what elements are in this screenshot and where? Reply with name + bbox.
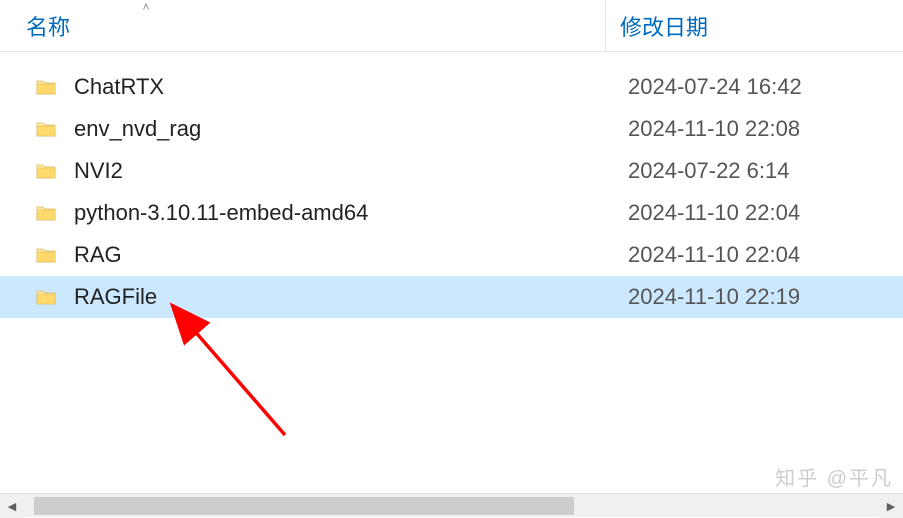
- cell-date: 2024-07-22 6:14: [606, 158, 903, 184]
- cell-date: 2024-07-24 16:42: [606, 74, 903, 100]
- cell-name: ChatRTX: [0, 74, 606, 100]
- table-row[interactable]: ChatRTX 2024-07-24 16:42: [0, 66, 903, 108]
- folder-icon: [36, 163, 56, 179]
- scroll-right-button[interactable]: ▶: [879, 494, 903, 518]
- cell-date: 2024-11-10 22:04: [606, 242, 903, 268]
- column-header-date[interactable]: 修改日期: [606, 0, 903, 51]
- cell-name: env_nvd_rag: [0, 116, 606, 142]
- folder-icon: [36, 247, 56, 263]
- table-row[interactable]: RAGFile 2024-11-10 22:19: [0, 276, 903, 318]
- horizontal-scrollbar[interactable]: ◀ ▶: [0, 493, 903, 517]
- cell-date: 2024-11-10 22:08: [606, 116, 903, 142]
- cell-name: RAG: [0, 242, 606, 268]
- table-row[interactable]: RAG 2024-11-10 22:04: [0, 234, 903, 276]
- folder-icon: [36, 205, 56, 221]
- folder-icon: [36, 289, 56, 305]
- folder-icon: [36, 121, 56, 137]
- scroll-thumb[interactable]: [34, 497, 574, 515]
- chevron-left-icon: ◀: [8, 500, 16, 513]
- scroll-left-button[interactable]: ◀: [0, 494, 24, 518]
- chevron-right-icon: ▶: [887, 500, 895, 513]
- sort-ascending-icon: ˄: [143, 0, 150, 14]
- column-header-row: 名称 ˄ 修改日期: [0, 0, 903, 52]
- cell-date: 2024-11-10 22:19: [606, 284, 903, 310]
- cell-name: python-3.10.11-embed-amd64: [0, 200, 606, 226]
- table-row[interactable]: env_nvd_rag 2024-11-10 22:08: [0, 108, 903, 150]
- column-header-name[interactable]: 名称 ˄: [0, 0, 606, 51]
- file-name-label: RAG: [74, 242, 122, 268]
- cell-date: 2024-11-10 22:04: [606, 200, 903, 226]
- column-header-name-label: 名称: [26, 10, 70, 42]
- table-row[interactable]: NVI2 2024-07-22 6:14: [0, 150, 903, 192]
- file-name-label: env_nvd_rag: [74, 116, 201, 142]
- column-header-date-label: 修改日期: [620, 10, 708, 42]
- cell-name: NVI2: [0, 158, 606, 184]
- file-name-label: NVI2: [74, 158, 123, 184]
- file-listing: 名称 ˄ 修改日期 ChatRTX 2024-07-24 16:42 env_nvd…: [0, 0, 903, 485]
- file-name-label: RAGFile: [74, 284, 157, 310]
- rows-container: ChatRTX 2024-07-24 16:42 env_nvd_rag 2024-1…: [0, 52, 903, 318]
- file-name-label: python-3.10.11-embed-amd64: [74, 200, 368, 226]
- folder-icon: [36, 79, 56, 95]
- cell-name: RAGFile: [0, 284, 606, 310]
- table-row[interactable]: python-3.10.11-embed-amd64 2024-11-10 22:…: [0, 192, 903, 234]
- scroll-track[interactable]: [24, 494, 879, 517]
- file-name-label: ChatRTX: [74, 74, 164, 100]
